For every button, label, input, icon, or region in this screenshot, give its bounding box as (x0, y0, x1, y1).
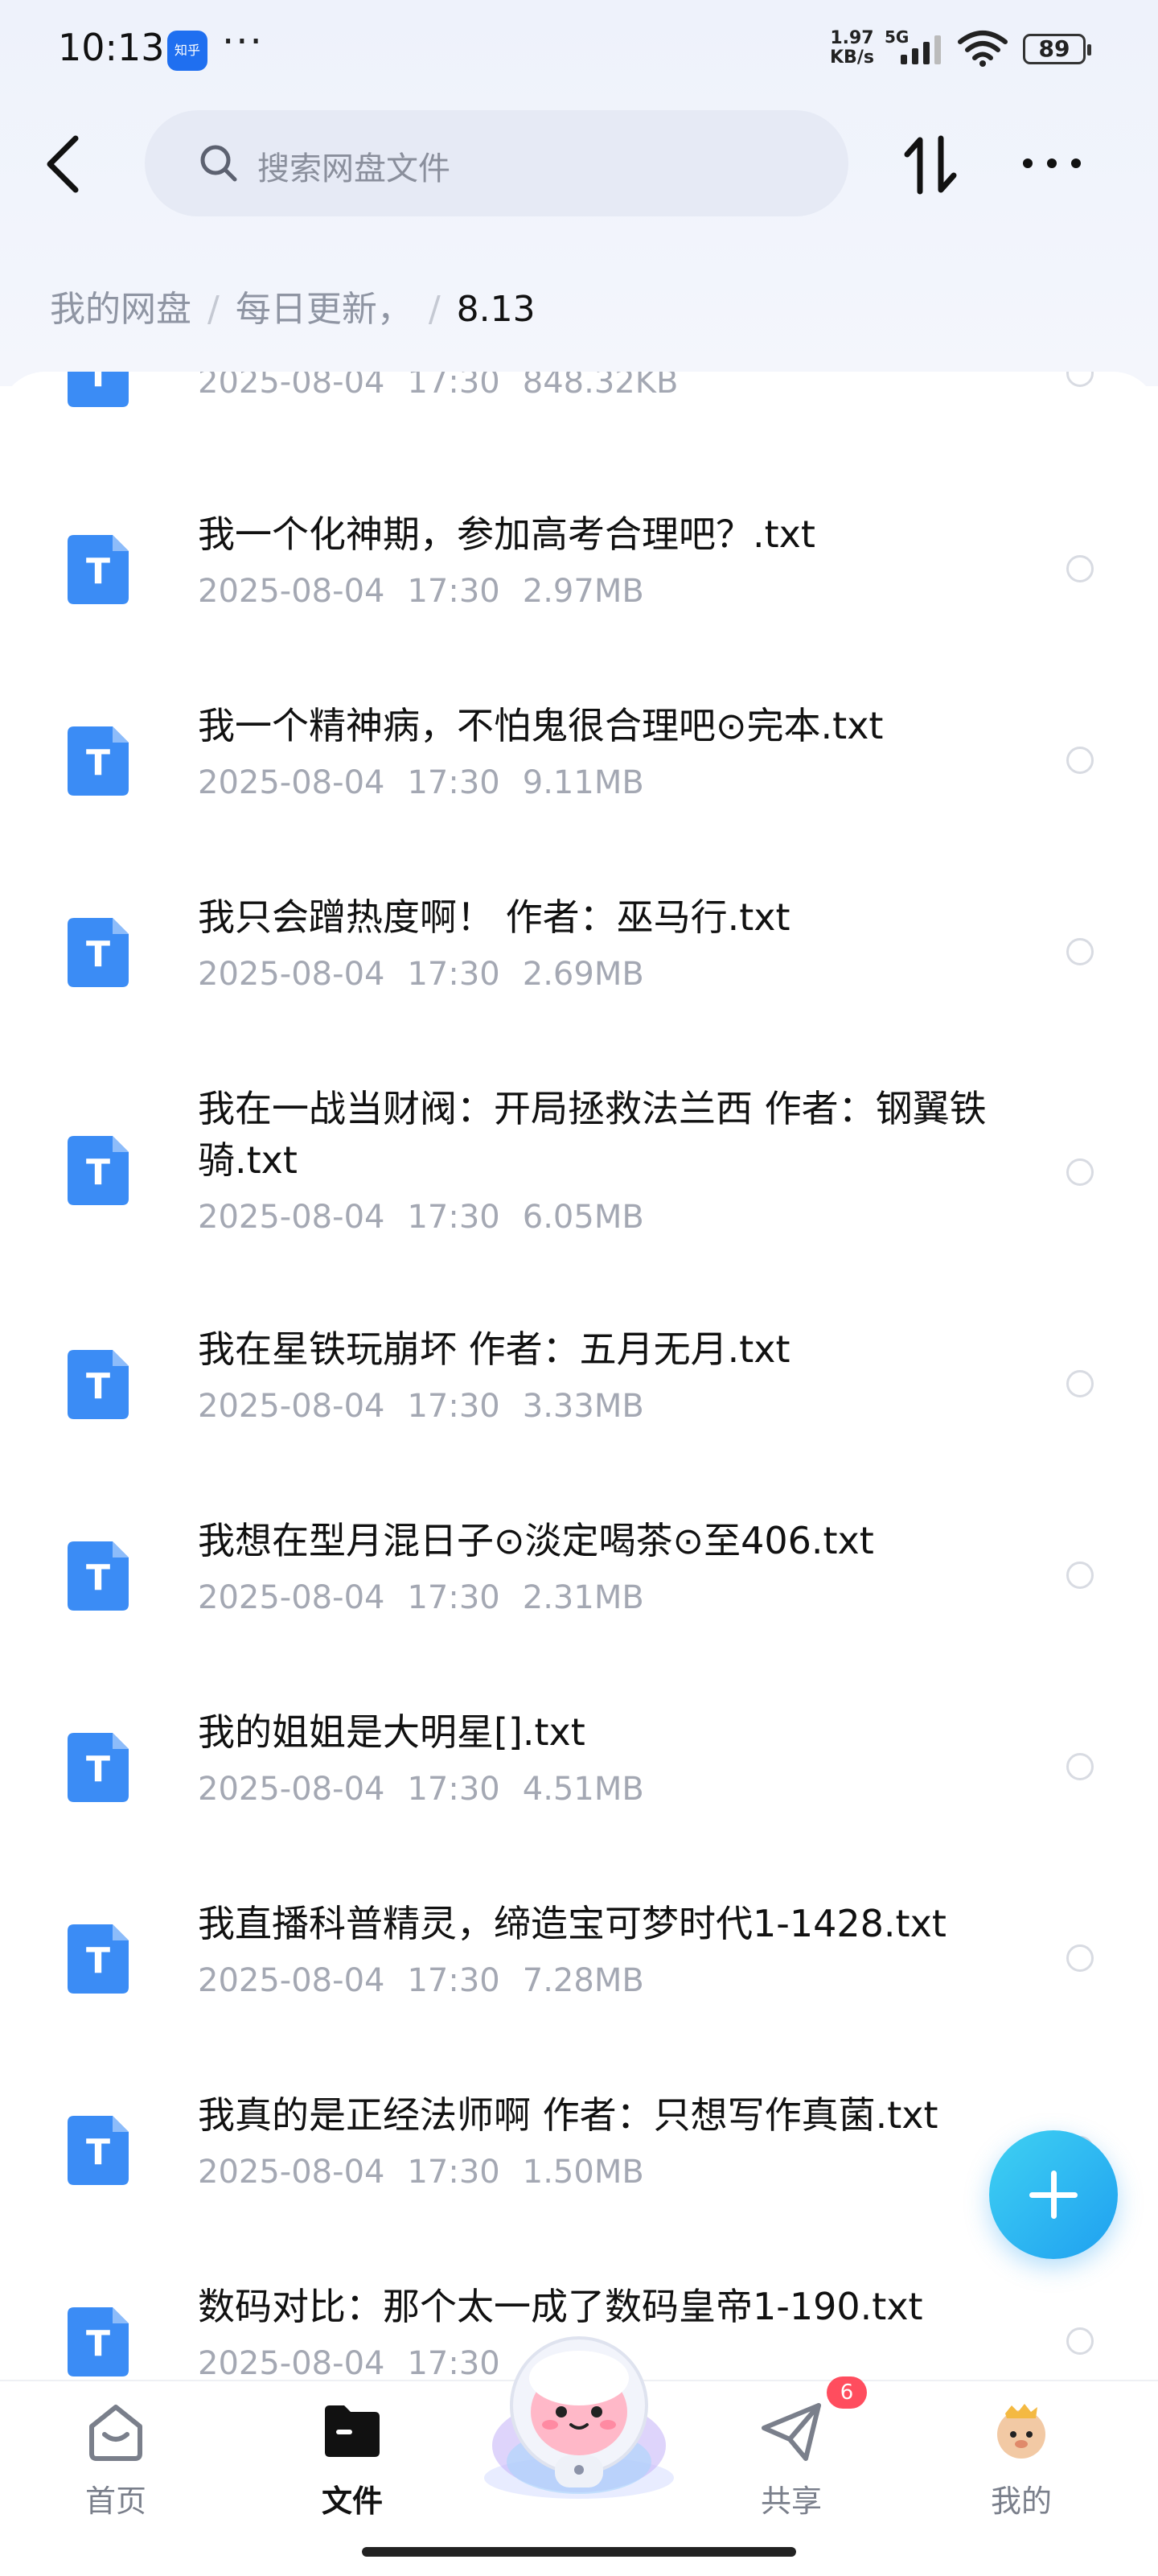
breadcrumb-separator: / (428, 289, 441, 330)
file-meta: 2025-08-04 17:30 2.97MB (198, 573, 644, 610)
file-name: 我只会蹭热度啊！ 作者：巫马行.txt (198, 895, 790, 939)
battery-indicator: 89 (1023, 34, 1091, 64)
file-list[interactable]: T 2025-08-04 17:30 848.32KB T 我一个化神期，参加高考合… (0, 372, 1158, 2383)
nav-share-label: 共享 (760, 2483, 822, 2519)
network-speed: 1.97 KB/s (830, 28, 874, 68)
search-placeholder: 搜索网盘文件 (257, 150, 450, 187)
file-meta: 2025-08-04 17:30 2.31MB (198, 1579, 644, 1616)
file-name: 我一个精神病，不怕鬼很合理吧⊙完本.txt (198, 704, 884, 747)
file-row[interactable]: T 我一个精神病，不怕鬼很合理吧⊙完本.txt 2025-08-04 17:30 9… (0, 700, 1158, 861)
file-meta: 2025-08-04 17:30 2.69MB (198, 956, 644, 993)
svg-text:T: T (86, 1152, 110, 1193)
select-checkbox[interactable] (1066, 2327, 1094, 2355)
status-time: 10:13 (58, 26, 165, 69)
nav-share[interactable]: 共享 (727, 2397, 856, 2520)
search-input[interactable]: 搜索网盘文件 (145, 110, 848, 216)
text-file-icon: T (68, 726, 129, 796)
select-checkbox[interactable] (1066, 1753, 1094, 1780)
nav-mine[interactable]: 我的 (957, 2397, 1086, 2520)
file-row[interactable]: T 2025-08-04 17:30 848.32KB (0, 372, 1158, 436)
svg-text:T: T (86, 934, 110, 975)
signal-icon (901, 35, 941, 64)
text-file-icon: T (68, 2116, 129, 2185)
file-name: 我想在型月混日子⊙淡定喝茶⊙至406.txt (198, 1519, 874, 1562)
file-row[interactable]: T 我的姐姐是大明星[].txt 2025-08-04 17:30 4.51MB (0, 1706, 1158, 1867)
select-checkbox[interactable] (1066, 1944, 1094, 1972)
file-meta: 2025-08-04 17:30 9.11MB (198, 764, 644, 801)
breadcrumb-item-current: 8.13 (456, 289, 536, 330)
share-notification-badge: 6 (827, 2376, 867, 2409)
avatar-icon (997, 2404, 1045, 2459)
text-file-icon: T (68, 2307, 129, 2376)
svg-text:T: T (86, 1940, 110, 1981)
file-name: 我的姐姐是大明星[].txt (198, 1710, 585, 1754)
select-checkbox[interactable] (1066, 1562, 1094, 1589)
svg-text:T: T (86, 372, 110, 395)
paper-plane-icon (762, 2403, 821, 2461)
file-name: 我真的是正经法师啊 作者：只想写作真菌.txt (198, 2093, 938, 2137)
text-file-icon: T (68, 1733, 129, 1802)
breadcrumb-separator: / (207, 289, 220, 330)
select-checkbox[interactable] (1066, 1370, 1094, 1397)
file-meta: 2025-08-04 17:30 7.28MB (198, 1962, 644, 1999)
wifi-icon (958, 31, 1008, 67)
svg-text:T: T (86, 551, 110, 592)
back-button[interactable] (40, 132, 88, 196)
file-name: 我在星铁玩崩坏 作者：五月无月.txt (198, 1327, 790, 1371)
file-name: 我一个化神期，参加高考合理吧？.txt (198, 512, 815, 556)
file-meta: 2025-08-04 17:30 848.32KB (198, 372, 679, 401)
text-file-icon: T (68, 918, 129, 987)
search-icon (200, 145, 237, 182)
text-file-icon: T (68, 1136, 129, 1205)
nav-files[interactable]: 文件 (288, 2397, 417, 2520)
file-name: 我直播科普精灵，缔造宝可梦时代1-1428.txt (198, 1902, 947, 1945)
file-meta: 2025-08-04 17:30 3.33MB (198, 1388, 644, 1425)
select-checkbox[interactable] (1066, 555, 1094, 582)
file-row[interactable]: T 我在一战当财阀：开局拯救法兰西 作者：钢翼铁骑.txt 2025-08-04… (0, 1083, 1158, 1292)
file-meta: 2025-08-04 17:30 (198, 2345, 500, 2382)
home-icon (89, 2405, 142, 2461)
svg-text:T: T (86, 2132, 110, 2173)
file-row[interactable]: T 我真的是正经法师啊 作者：只想写作真菌.txt 2025-08-04 17:3… (0, 2089, 1158, 2250)
file-row[interactable]: T 我一个化神期，参加高考合理吧？.txt 2025-08-04 17:30 2.9… (0, 508, 1158, 669)
more-options-button[interactable] (1020, 145, 1084, 182)
svg-text:T: T (86, 1366, 110, 1407)
file-row[interactable]: T 我直播科普精灵，缔造宝可梦时代1-1428.txt 2025-08-04 17… (0, 1898, 1158, 2059)
zhihu-app-icon: 知乎 (167, 31, 207, 71)
nav-home[interactable]: 首页 (51, 2397, 180, 2520)
text-file-icon: T (68, 1350, 129, 1419)
file-meta: 2025-08-04 17:30 6.05MB (198, 1199, 644, 1236)
text-file-icon: T (68, 535, 129, 604)
status-more-icon: ··· (222, 19, 264, 64)
breadcrumb-item-root[interactable]: 我的网盘 (50, 289, 191, 330)
file-meta: 2025-08-04 17:30 1.50MB (198, 2154, 644, 2191)
svg-text:T: T (86, 1749, 110, 1790)
home-indicator (362, 2547, 796, 2557)
breadcrumb: 我的网盘 / 每日更新， / 8.13 (50, 280, 536, 331)
text-file-icon: T (68, 372, 129, 407)
file-row[interactable]: T 我在星铁玩崩坏 作者：五月无月.txt 2025-08-04 17:30 3.3… (0, 1323, 1158, 1484)
add-button[interactable] (989, 2130, 1118, 2259)
folder-icon (325, 2405, 380, 2457)
breadcrumb-item-folder[interactable]: 每日更新， (236, 289, 413, 330)
mascot-icon[interactable] (478, 2325, 680, 2502)
nav-home-label: 首页 (84, 2483, 146, 2519)
svg-text:T: T (86, 743, 110, 784)
select-checkbox[interactable] (1066, 938, 1094, 965)
file-meta: 2025-08-04 17:30 4.51MB (198, 1771, 644, 1808)
text-file-icon: T (68, 1924, 129, 1994)
file-row[interactable]: T 我只会蹭热度啊！ 作者：巫马行.txt 2025-08-04 17:30 2.6… (0, 891, 1158, 1052)
file-row[interactable]: T 我想在型月混日子⊙淡定喝茶⊙至406.txt 2025-08-04 17:30… (0, 1515, 1158, 1676)
file-name: 我在一战当财阀：开局拯救法兰西 作者：钢翼铁骑.txt (198, 1087, 987, 1182)
sort-button[interactable] (902, 135, 959, 195)
nav-mine-label: 我的 (990, 2483, 1052, 2519)
text-file-icon: T (68, 1541, 129, 1611)
svg-text:T: T (86, 1558, 110, 1599)
select-checkbox[interactable] (1066, 747, 1094, 774)
select-checkbox[interactable] (1066, 1158, 1094, 1186)
select-checkbox[interactable] (1066, 372, 1094, 387)
svg-text:T: T (86, 2323, 110, 2364)
status-bar: 10:13 知乎 ··· 1.97 KB/s 5G 89 (0, 0, 1158, 97)
nav-files-label: 文件 (321, 2483, 383, 2519)
